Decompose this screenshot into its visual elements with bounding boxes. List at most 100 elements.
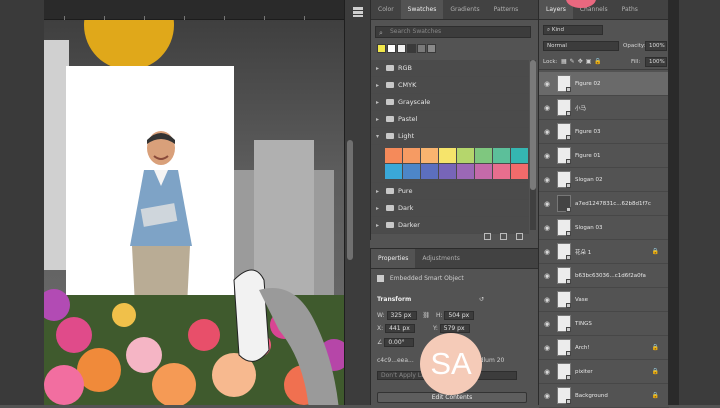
color-swatch[interactable]: [421, 164, 438, 179]
chevron-right-icon[interactable]: ▸: [376, 200, 382, 217]
arrange-icon[interactable]: [351, 6, 365, 18]
visibility-eye-icon[interactable]: ◉: [539, 200, 555, 208]
layer-name[interactable]: pixiter: [575, 369, 593, 375]
layer-row[interactable]: ◉ TINGS: [539, 312, 669, 336]
chevron-right-icon[interactable]: ▸: [376, 217, 382, 234]
scroll-thumb[interactable]: [347, 140, 353, 260]
visibility-eye-icon[interactable]: ◉: [539, 104, 555, 112]
color-swatch[interactable]: [439, 148, 456, 163]
visibility-eye-icon[interactable]: ◉: [539, 392, 555, 400]
layer-row[interactable]: ◉ b63bc63036...c1d6f2a0fa: [539, 264, 669, 288]
swatch-group[interactable]: ▸ Pastel: [371, 111, 529, 128]
visibility-eye-icon[interactable]: ◉: [539, 248, 555, 256]
swatch-search-input[interactable]: ⌕ Search Swatches: [375, 26, 531, 38]
color-swatch[interactable]: [403, 164, 420, 179]
layer-name[interactable]: Arch!: [575, 345, 590, 351]
chevron-right-icon[interactable]: ▸: [376, 94, 382, 111]
color-swatch[interactable]: [439, 164, 456, 179]
height-field[interactable]: 504 px: [444, 311, 475, 320]
angle-field[interactable]: 0.00°: [384, 338, 415, 347]
tab-swatches[interactable]: Swatches: [400, 0, 444, 19]
canvas-vertical-scrollbar[interactable]: [344, 0, 370, 405]
layer-name[interactable]: Vase: [575, 297, 588, 303]
layer-row[interactable]: ◉ Figure 01: [539, 144, 669, 168]
visibility-eye-icon[interactable]: ◉: [539, 152, 555, 160]
layer-name[interactable]: 小马: [575, 104, 586, 112]
swatch-group[interactable]: ▸ CMYK: [371, 77, 529, 94]
tab-patterns[interactable]: Patterns: [487, 0, 526, 19]
swatch-group[interactable]: ▸ Pure: [371, 183, 529, 200]
color-swatch[interactable]: [511, 164, 528, 179]
color-swatch[interactable]: [403, 148, 420, 163]
color-swatch[interactable]: [475, 164, 492, 179]
recent-swatch[interactable]: [397, 44, 406, 53]
chevron-right-icon[interactable]: ▸: [376, 77, 382, 94]
visibility-eye-icon[interactable]: ◉: [539, 296, 555, 304]
layer-row[interactable]: ◉ 小马: [539, 96, 669, 120]
layer-name[interactable]: Slogan 02: [575, 177, 602, 183]
layer-name[interactable]: Figure 03: [575, 129, 601, 135]
layer-row[interactable]: ◉ Vase: [539, 288, 669, 312]
y-field[interactable]: 579 px: [439, 324, 470, 333]
layer-name[interactable]: Figure 01: [575, 153, 601, 159]
layer-name[interactable]: TINGS: [575, 321, 592, 327]
tab-color[interactable]: Color: [371, 0, 401, 19]
visibility-eye-icon[interactable]: ◉: [539, 128, 555, 136]
color-swatch[interactable]: [475, 148, 492, 163]
layer-name[interactable]: a7ed1247831c...62b8d1f7c: [575, 201, 651, 207]
reset-transform-icon[interactable]: ↺: [479, 296, 484, 303]
recent-swatch[interactable]: [407, 44, 416, 53]
trash-icon[interactable]: [516, 233, 523, 240]
recent-swatch[interactable]: [377, 44, 386, 53]
swatch-group[interactable]: ▸ Darker: [371, 217, 529, 234]
recent-swatch[interactable]: [427, 44, 436, 53]
new-group-icon[interactable]: [484, 233, 491, 240]
layer-row[interactable]: ◉ 花朵 1 🔒: [539, 240, 669, 264]
layer-name[interactable]: Background: [575, 393, 608, 399]
blend-mode-select[interactable]: Normal: [543, 41, 619, 51]
opacity-field[interactable]: 100%: [645, 41, 667, 51]
layer-filter-select[interactable]: ⌕ Kind: [543, 25, 603, 35]
layer-row[interactable]: ◉ Arch! 🔒: [539, 336, 669, 360]
tab-paths[interactable]: Paths: [615, 0, 645, 19]
swatch-group[interactable]: ▸ RGB: [371, 60, 529, 77]
fill-field[interactable]: 100%: [645, 57, 667, 67]
layer-row[interactable]: ◉ Figure 03: [539, 120, 669, 144]
visibility-eye-icon[interactable]: ◉: [539, 176, 555, 184]
layer-name[interactable]: Slogan 03: [575, 225, 602, 231]
tab-gradients[interactable]: Gradients: [443, 0, 486, 19]
layer-name[interactable]: 花朵 1: [575, 248, 591, 256]
tab-adjustments[interactable]: Adjustments: [415, 249, 467, 268]
chevron-right-icon[interactable]: ▸: [376, 111, 382, 128]
artwork[interactable]: [44, 20, 344, 405]
lock-icons[interactable]: ▦✎✥▣🔒: [561, 58, 605, 65]
visibility-eye-icon[interactable]: ◉: [539, 368, 555, 376]
layer-row[interactable]: ◉ Figure 02: [539, 72, 669, 96]
layer-row[interactable]: ◉ Slogan 02: [539, 168, 669, 192]
layer-name[interactable]: b63bc63036...c1d6f2a0fa: [575, 273, 646, 279]
visibility-eye-icon[interactable]: ◉: [539, 80, 555, 88]
swatch-scroll-thumb[interactable]: [530, 60, 536, 190]
color-swatch[interactable]: [385, 164, 402, 179]
color-swatch[interactable]: [421, 148, 438, 163]
color-swatch[interactable]: [493, 148, 510, 163]
visibility-eye-icon[interactable]: ◉: [539, 320, 555, 328]
color-swatch[interactable]: [493, 164, 510, 179]
tab-properties[interactable]: Properties: [371, 249, 416, 268]
visibility-eye-icon[interactable]: ◉: [539, 224, 555, 232]
link-icon[interactable]: ⛓: [422, 312, 430, 319]
color-swatch[interactable]: [457, 148, 474, 163]
layer-row[interactable]: ◉ Slogan 03: [539, 216, 669, 240]
color-swatch[interactable]: [385, 148, 402, 163]
visibility-eye-icon[interactable]: ◉: [539, 344, 555, 352]
layer-row[interactable]: ◉ Background 🔒: [539, 384, 669, 408]
color-swatch[interactable]: [457, 164, 474, 179]
recent-swatch[interactable]: [387, 44, 396, 53]
swatch-group[interactable]: ▸ Dark: [371, 200, 529, 217]
swatch-group[interactable]: ▾ Light: [371, 128, 529, 145]
chevron-right-icon[interactable]: ▸: [376, 60, 382, 77]
document-canvas[interactable]: [0, 0, 370, 405]
new-swatch-icon[interactable]: [500, 233, 507, 240]
width-field[interactable]: 325 px: [386, 311, 417, 320]
chevron-down-icon[interactable]: ▾: [376, 128, 382, 145]
